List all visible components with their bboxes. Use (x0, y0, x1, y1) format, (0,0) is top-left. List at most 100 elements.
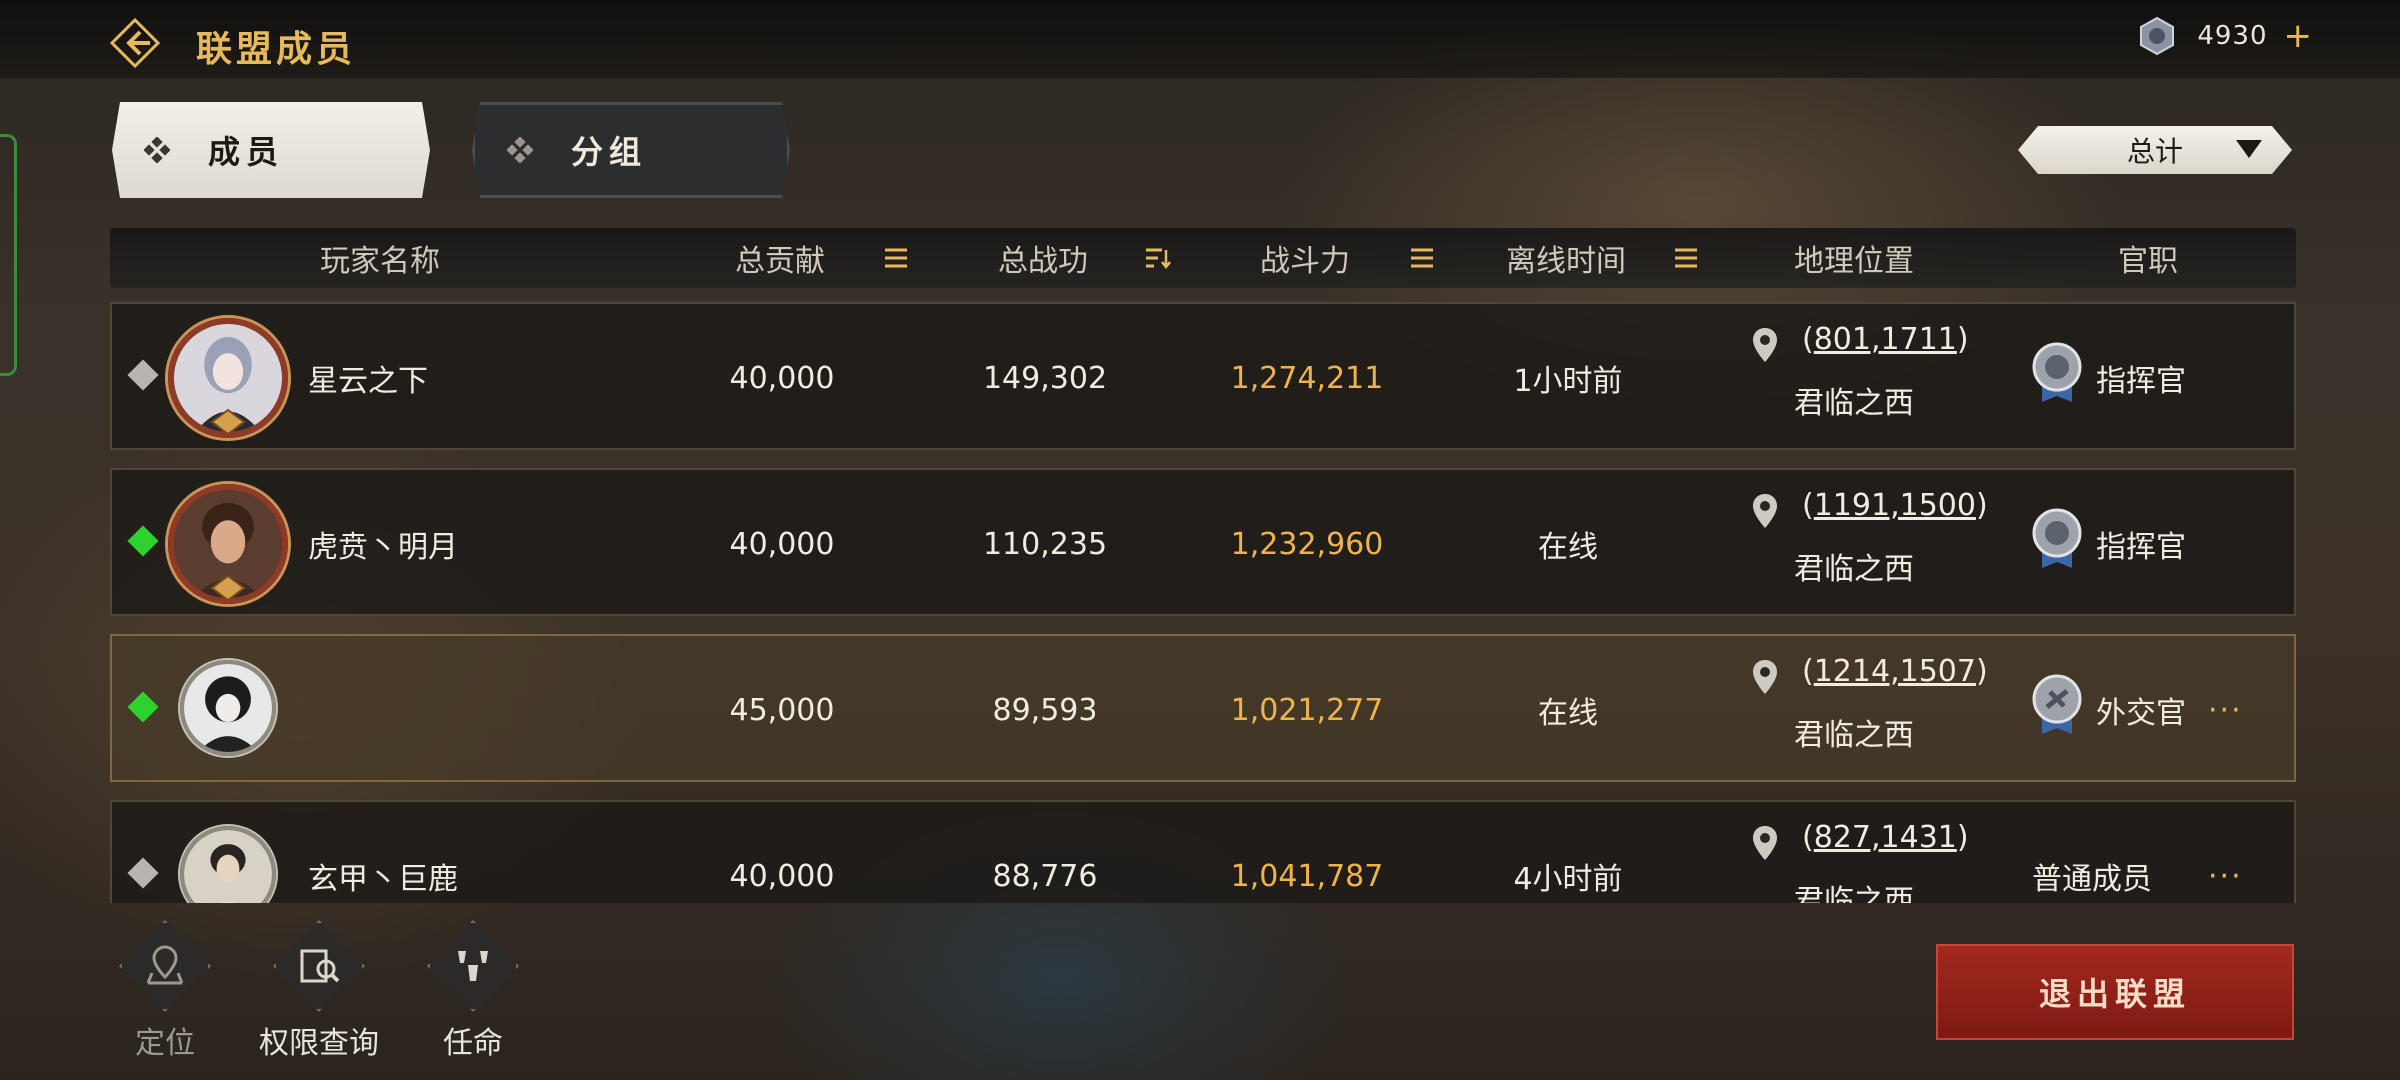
coordinates-link[interactable]: (1214,1507) (1802, 654, 1988, 689)
avatar[interactable] (180, 826, 276, 903)
appoint-icon (458, 951, 488, 981)
merit-value: 88,776 (992, 858, 1098, 894)
coordinates-value: 827,1431 (1813, 820, 1957, 855)
location-pin-icon (1753, 494, 1777, 528)
online-status-icon (127, 525, 159, 557)
commander-rank-icon (2032, 508, 2082, 568)
sort-icon[interactable] (1672, 244, 1700, 272)
sort-icon[interactable] (1408, 244, 1436, 272)
leave-alliance-button[interactable]: 退出联盟 (1936, 944, 2294, 1040)
column-header-power: 战斗力 (1260, 244, 1350, 279)
side-panel-tab[interactable] (0, 134, 17, 376)
merit-value: 89,593 (992, 692, 1098, 728)
more-options-button[interactable]: ··· (2208, 636, 2243, 784)
coordinates-link[interactable]: (827,1431) (1802, 820, 1969, 855)
table-row-selected[interactable]: 45,000 89,593 1,021,277 在线 (1214,1507) 君… (110, 634, 2296, 782)
sort-desc-icon[interactable] (1144, 244, 1172, 272)
tab-members[interactable]: 成员 (112, 102, 430, 198)
online-status-icon (127, 691, 159, 723)
coordinates-value: 801,1711 (1813, 322, 1957, 357)
diamond-icon (142, 135, 172, 165)
offline-status-icon (127, 359, 159, 391)
offline-time: 在线 (1538, 696, 1598, 731)
appoint-button[interactable]: 任命 (408, 920, 538, 1062)
player-name: 玄甲丶巨鹿 (308, 862, 458, 897)
chevron-down-icon (2236, 140, 2262, 158)
column-header-location: 地理位置 (1794, 244, 1914, 279)
stat-range-value: 总计 (2126, 135, 2183, 168)
permission-icon-frame (273, 920, 365, 1012)
region-name: 君临之西 (1794, 552, 1914, 587)
power-value: 1,041,787 (1230, 858, 1384, 894)
locate-icon-frame (119, 920, 211, 1012)
currency-value: 4930 (2197, 21, 2268, 51)
merit-value: 149,302 (982, 360, 1108, 396)
permission-query-button[interactable]: 权限查询 (254, 920, 384, 1062)
location-pin-icon (1753, 660, 1777, 694)
offline-time: 1小时前 (1513, 364, 1623, 399)
coordinates-link[interactable]: (1191,1500) (1802, 488, 1988, 523)
power-value: 1,021,277 (1230, 692, 1384, 728)
location-pin-icon (1753, 328, 1777, 362)
rank-label: 外交官 (2096, 696, 2186, 731)
offline-status-icon (127, 857, 159, 889)
power-value: 1,274,211 (1230, 360, 1384, 396)
column-header-rank: 官职 (2118, 244, 2178, 279)
locate-button[interactable]: 定位 (100, 920, 230, 1062)
contribution-value: 40,000 (729, 526, 835, 562)
rank-label: 指挥官 (2096, 530, 2186, 565)
rank-label: 指挥官 (2096, 364, 2186, 399)
contribution-value: 40,000 (729, 858, 835, 894)
member-list[interactable]: 星云之下 40,000 149,302 1,274,211 1小时前 (801,… (110, 298, 2296, 903)
offline-time: 4小时前 (1513, 862, 1623, 897)
back-button[interactable] (110, 18, 160, 68)
permission-search-icon (300, 949, 340, 983)
region-name: 君临之西 (1794, 884, 1914, 903)
coin-icon (2140, 16, 2175, 56)
table-row[interactable]: 玄甲丶巨鹿 40,000 88,776 1,041,787 4小时前 (827,… (110, 800, 2296, 903)
player-name: 虎贲丶明月 (308, 530, 458, 565)
stat-range-select[interactable]: 总计 (2018, 126, 2292, 174)
diplomat-rank-icon (2032, 674, 2082, 734)
contribution-value: 45,000 (729, 692, 835, 728)
region-name: 君临之西 (1794, 386, 1914, 421)
table-row[interactable]: 虎贲丶明月 40,000 110,235 1,232,960 在线 (1191,… (110, 468, 2296, 616)
column-header-merit: 总战功 (998, 244, 1088, 279)
table-header: 玩家名称 总贡献 总战功 战斗力 离线时间 地理位置 官职 (110, 228, 2296, 288)
crown-badge-icon (210, 574, 246, 602)
tab-groups-label: 分组 (571, 133, 648, 171)
offline-time: 在线 (1538, 530, 1598, 565)
currency-display: 4930 + (2137, 16, 2312, 56)
appoint-label: 任命 (443, 1026, 503, 1061)
coordinates-value: 1191,1500 (1813, 488, 1976, 523)
power-value: 1,232,960 (1230, 526, 1384, 562)
avatar[interactable] (180, 660, 276, 756)
page-title: 联盟成员 (196, 29, 357, 70)
tab-groups[interactable]: 分组 (472, 102, 790, 198)
commander-rank-icon (2032, 342, 2082, 402)
player-name: 星云之下 (308, 364, 428, 399)
top-bar: 联盟成员 4930 + (0, 0, 2400, 78)
column-header-offline: 离线时间 (1506, 244, 1626, 279)
location-pin-icon (1753, 826, 1777, 860)
locate-label: 定位 (135, 1026, 195, 1061)
permission-query-label: 权限查询 (259, 1026, 379, 1061)
diamond-icon (505, 135, 535, 165)
rank-label: 普通成员 (2032, 862, 2152, 897)
coordinates-value: 1214,1507 (1813, 654, 1976, 689)
crown-badge-icon (210, 408, 246, 436)
region-name: 君临之西 (1794, 718, 1914, 753)
sort-icon[interactable] (882, 244, 910, 272)
contribution-value: 40,000 (729, 360, 835, 396)
appoint-icon-frame (427, 920, 519, 1012)
tab-members-label: 成员 (208, 133, 285, 171)
map-pin-icon (146, 945, 184, 985)
table-row[interactable]: 星云之下 40,000 149,302 1,274,211 1小时前 (801,… (110, 302, 2296, 450)
coordinates-link[interactable]: (801,1711) (1802, 322, 1969, 357)
more-options-button[interactable]: ··· (2208, 802, 2243, 903)
merit-value: 110,235 (982, 526, 1108, 562)
back-arrow-icon (110, 18, 160, 68)
add-currency-button[interactable]: + (2284, 16, 2313, 56)
column-header-contribution: 总贡献 (735, 244, 825, 279)
column-header-player: 玩家名称 (320, 244, 440, 279)
